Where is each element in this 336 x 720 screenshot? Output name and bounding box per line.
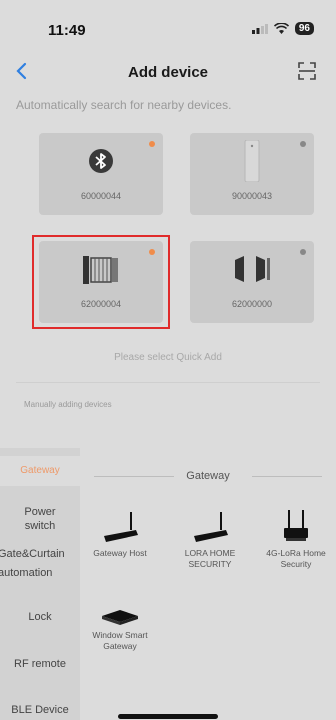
router-icon	[194, 512, 228, 542]
product-4g-lora-home-security[interactable]: 4G-LoRa Home Security	[256, 504, 336, 570]
quick-add-hint: Please select Quick Add	[114, 352, 222, 363]
category-ble-device[interactable]: BLE Device	[0, 704, 80, 716]
category-lock[interactable]: Lock	[0, 611, 80, 623]
router-icon	[104, 512, 138, 542]
scan-button[interactable]	[296, 60, 318, 82]
product-label: 4G-LoRa Home Security	[266, 548, 326, 569]
router-4g-icon	[284, 510, 308, 541]
device-id: 60000044	[80, 191, 122, 201]
device-id: 62000000	[231, 299, 273, 309]
wifi-icon	[273, 23, 289, 34]
device-card-90000043[interactable]: 90000043	[190, 133, 314, 215]
status-bar: 11:49 96	[0, 0, 336, 44]
status-icons: 96	[251, 22, 314, 35]
category-sidebar	[0, 448, 80, 720]
device-id: 90000043	[231, 191, 273, 201]
category-gateway[interactable]: Gateway	[0, 456, 80, 486]
status-time: 11:49	[48, 22, 86, 39]
divider	[252, 476, 322, 477]
smart-gateway-icon	[102, 610, 138, 625]
scan-icon	[298, 62, 316, 80]
nav-bar: Add device	[0, 50, 336, 92]
category-power-switch[interactable]: Power switch	[15, 505, 65, 533]
product-window-smart-gateway[interactable]: Window Smart Gateway	[80, 586, 160, 652]
product-label: Window Smart Gateway	[92, 630, 148, 651]
product-gateway-host[interactable]: Gateway Host	[80, 504, 160, 559]
battery-indicator: 96	[294, 22, 314, 35]
product-label: LORA HOME SECURITY	[184, 548, 236, 569]
auto-search-hint: Automatically search for nearby devices.	[16, 98, 232, 112]
product-lora-home-security[interactable]: LORA HOME SECURITY	[170, 504, 250, 570]
category-gate-curtain-automation[interactable]: Gate&Curtain automation	[0, 545, 80, 583]
sensor-icon	[244, 140, 260, 182]
selection-highlight	[32, 235, 170, 329]
device-card-62000000[interactable]: 62000000	[190, 241, 314, 323]
page-title: Add device	[127, 64, 209, 81]
section-header: Gateway	[80, 466, 336, 486]
category-rf-remote[interactable]: RF remote	[0, 658, 80, 670]
device-card-60000044[interactable]: 60000044	[39, 133, 163, 215]
manual-add-label: Manually adding devices	[24, 400, 112, 409]
folding-door-icon	[235, 256, 270, 282]
product-label: Gateway Host	[93, 548, 147, 558]
divider	[16, 382, 320, 383]
bluetooth-icon	[89, 149, 113, 173]
signal-icon	[251, 24, 268, 34]
home-indicator	[118, 714, 218, 719]
